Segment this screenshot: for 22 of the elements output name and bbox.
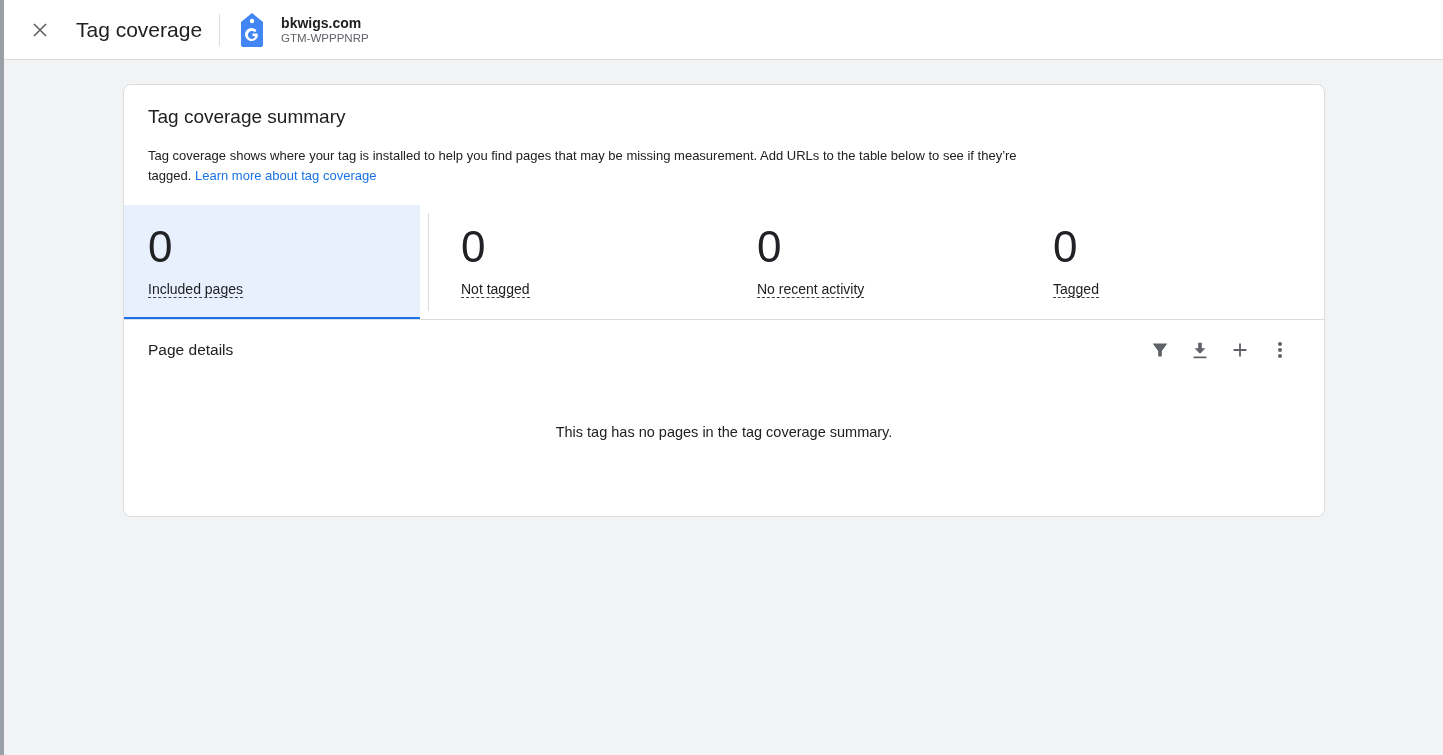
metric-value: 0 — [148, 221, 174, 273]
metric-label: No recent activity — [757, 281, 865, 298]
metric-value: 0 — [1053, 221, 1079, 273]
card-title: Tag coverage summary — [147, 105, 347, 128]
container-id: GTM-WPPPNRP — [281, 32, 369, 44]
metric-value: 0 — [461, 221, 487, 273]
close-icon — [31, 20, 49, 39]
section-title: Page details — [148, 341, 235, 359]
learn-more-link[interactable]: Learn more about tag coverage — [195, 168, 377, 183]
metric-value: 0 — [757, 221, 783, 273]
metric-tab[interactable]: 0 Tagged — [1021, 205, 1317, 319]
site-name: bkwigs.com — [281, 15, 363, 31]
dialog-title: Tag coverage — [76, 13, 221, 46]
metric-tab[interactable]: 0 Included pages — [124, 205, 420, 319]
metric-tab[interactable]: 0 Not tagged — [429, 205, 725, 319]
metric-label: Tagged — [1053, 281, 1099, 298]
more-vertical-icon — [1278, 342, 1282, 358]
metric-tab[interactable]: 0 No recent activity — [725, 205, 1021, 319]
metric-label: Included pages — [148, 281, 243, 298]
metric-label: Not tagged — [461, 281, 530, 298]
description-text: Tag coverage shows where your tag is installed to help you find pages that may be missing measurement. Add URLs to the table below to see if they’re tagged. Learn more about tag coverage — [147, 147, 1018, 185]
empty-state-message: This tag has no pages in the tag coverage summary. — [554, 423, 894, 442]
